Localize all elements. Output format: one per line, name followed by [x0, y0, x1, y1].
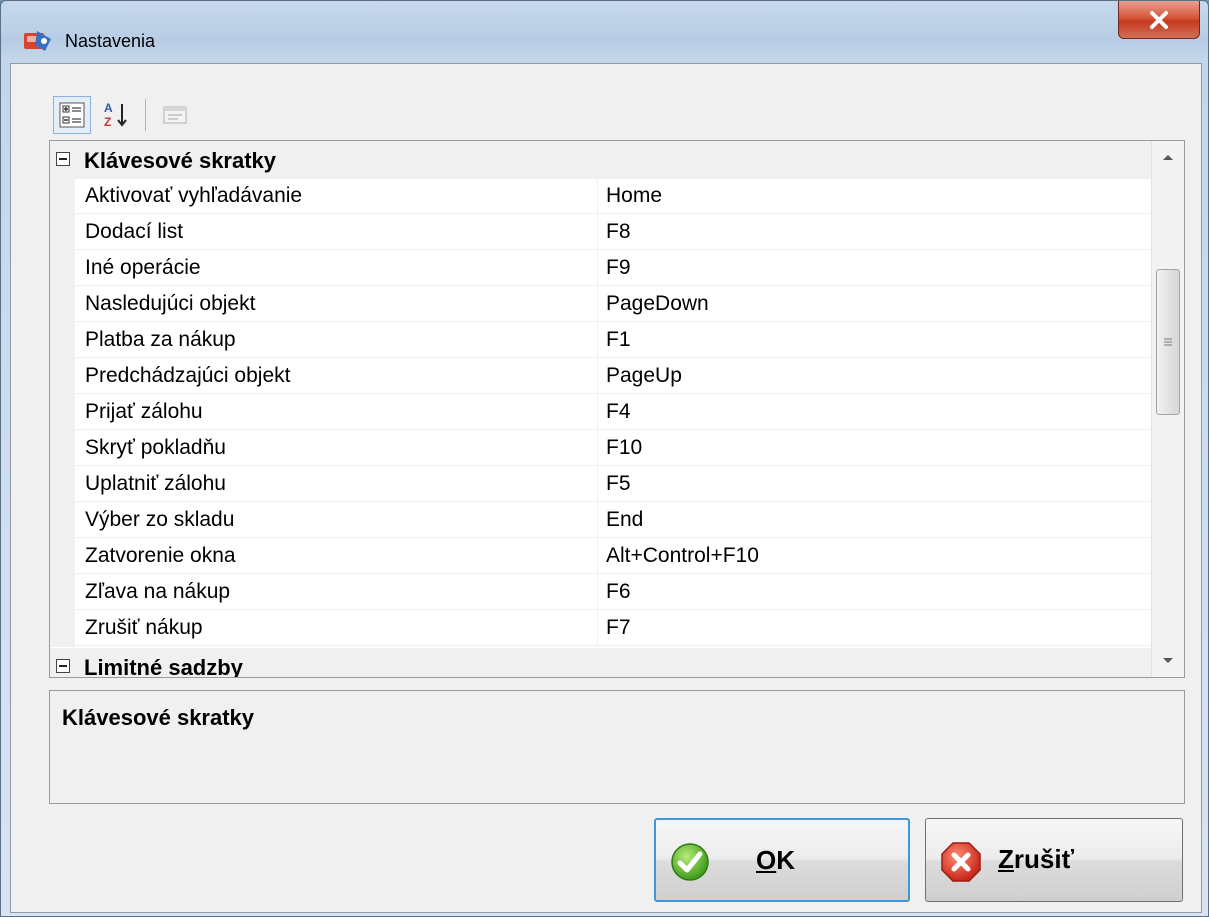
property-name: Zrušiť nákup	[75, 611, 598, 646]
property-row[interactable]: Iné operácie F9	[50, 251, 1152, 287]
scroll-up-button[interactable]	[1152, 141, 1184, 173]
property-value[interactable]: PageDown	[598, 287, 1152, 322]
property-row[interactable]: Zľava na nákup F6	[50, 575, 1152, 611]
property-value[interactable]: F7	[598, 611, 1152, 646]
property-name: Predchádzajúci objekt	[75, 359, 598, 394]
close-button[interactable]	[1118, 1, 1200, 39]
ok-button[interactable]: OK	[654, 818, 910, 902]
svg-text:Z: Z	[104, 115, 111, 129]
property-name: Zatvorenie okna	[75, 539, 598, 574]
property-value[interactable]: F1	[598, 323, 1152, 358]
row-gutter	[50, 251, 75, 287]
sort-az-icon: A Z	[104, 101, 127, 129]
row-gutter	[50, 575, 75, 611]
property-value[interactable]: F4	[598, 395, 1152, 430]
categorized-icon	[59, 102, 85, 128]
property-value[interactable]: F9	[598, 251, 1152, 286]
scroll-down-button[interactable]	[1152, 645, 1184, 677]
settings-window: Nastavenia A Z Klávesové skratky Aktivov…	[0, 0, 1209, 917]
cancel-button[interactable]: Zrušiť	[925, 818, 1183, 902]
property-row[interactable]: Prijať zálohu F4	[50, 395, 1152, 431]
property-name: Platba za nákup	[75, 323, 598, 358]
property-row[interactable]: Predchádzajúci objekt PageUp	[50, 359, 1152, 395]
property-row[interactable]: Nasledujúci objekt PageDown	[50, 287, 1152, 323]
category-row[interactable]: Klávesové skratky	[50, 141, 1152, 179]
property-row[interactable]: Skryť pokladňu F10	[50, 431, 1152, 467]
dialog-client-area: A Z Klávesové skratky Aktivovať vyhľadáv…	[10, 63, 1202, 913]
property-name: Uplatniť zálohu	[75, 467, 598, 502]
scroll-thumb[interactable]	[1156, 269, 1180, 415]
row-gutter	[50, 323, 75, 359]
close-icon	[1150, 10, 1168, 29]
property-value[interactable]: F6	[598, 575, 1152, 610]
svg-text:A: A	[104, 101, 113, 115]
collapse-icon[interactable]	[56, 152, 70, 166]
categorized-view-button[interactable]	[53, 96, 91, 134]
ok-label-rest: K	[776, 845, 796, 875]
category-label: Klávesové skratky	[84, 148, 277, 173]
property-name: Zľava na nákup	[75, 575, 598, 610]
cancel-label-rest: rušiť	[1013, 844, 1075, 874]
property-row[interactable]: Zatvorenie okna Alt+Control+F10	[50, 539, 1152, 575]
help-title: Klávesové skratky	[62, 705, 255, 730]
row-gutter	[50, 287, 75, 323]
property-row[interactable]: Platba za nákup F1	[50, 323, 1152, 359]
grip-icon	[1164, 338, 1172, 346]
property-value[interactable]: Alt+Control+F10	[598, 539, 1152, 574]
toolbar-separator	[145, 99, 146, 131]
row-gutter	[50, 179, 75, 215]
row-gutter	[50, 539, 75, 575]
property-row[interactable]: Aktivovať vyhľadávanie Home	[50, 179, 1152, 215]
property-value[interactable]: F8	[598, 215, 1152, 250]
property-name: Výber zo skladu	[75, 503, 598, 538]
property-row[interactable]: Dodací list F8	[50, 215, 1152, 251]
row-gutter	[50, 611, 75, 647]
property-name: Nasledujúci objekt	[75, 287, 598, 322]
row-gutter	[50, 467, 75, 503]
property-value[interactable]: End	[598, 503, 1152, 538]
row-gutter	[50, 359, 75, 395]
property-name: Skryť pokladňu	[75, 431, 598, 466]
cancel-x-icon	[941, 842, 981, 882]
title-bar[interactable]: Nastavenia	[1, 1, 1208, 61]
ok-button-label: OK	[756, 845, 795, 876]
vertical-scrollbar[interactable]	[1151, 141, 1184, 677]
collapse-icon[interactable]	[56, 659, 70, 673]
property-pages-icon	[163, 106, 187, 124]
ok-mnemonic: O	[756, 845, 777, 875]
property-pages-button[interactable]	[156, 96, 194, 134]
property-name: Aktivovať vyhľadávanie	[75, 179, 598, 214]
property-name: Dodací list	[75, 215, 598, 250]
category-label: Limitné sadzby	[84, 655, 243, 677]
window-title: Nastavenia	[65, 31, 156, 51]
alphabetical-sort-button[interactable]: A Z	[97, 96, 135, 134]
cancel-button-label: Zrušiť	[998, 844, 1074, 875]
property-value[interactable]: PageUp	[598, 359, 1152, 394]
property-row[interactable]: Výber zo skladu End	[50, 503, 1152, 539]
row-gutter	[50, 215, 75, 251]
property-value[interactable]: F10	[598, 431, 1152, 466]
property-grid: Klávesové skratky Aktivovať vyhľadávanie…	[49, 140, 1185, 678]
row-gutter	[50, 431, 75, 467]
property-grid-toolbar: A Z	[53, 94, 194, 136]
property-value[interactable]: F5	[598, 467, 1152, 502]
check-icon	[671, 843, 709, 881]
property-row[interactable]: Uplatniť zálohu F5	[50, 467, 1152, 503]
row-gutter	[50, 503, 75, 539]
property-name: Prijať zálohu	[75, 395, 598, 430]
property-value[interactable]: Home	[598, 179, 1152, 214]
app-icon	[24, 31, 51, 51]
help-panel: Klávesové skratky	[49, 690, 1185, 804]
property-name: Iné operácie	[75, 251, 598, 286]
row-gutter	[50, 395, 75, 431]
arrow-up-icon	[1163, 155, 1173, 160]
arrow-down-icon	[1163, 658, 1173, 663]
category-row[interactable]: Limitné sadzby	[50, 648, 1152, 677]
cancel-mnemonic: Z	[998, 844, 1014, 874]
property-row[interactable]: Zrušiť nákup F7	[50, 611, 1152, 647]
property-grid-rows: Klávesové skratky Aktivovať vyhľadávanie…	[50, 141, 1152, 677]
